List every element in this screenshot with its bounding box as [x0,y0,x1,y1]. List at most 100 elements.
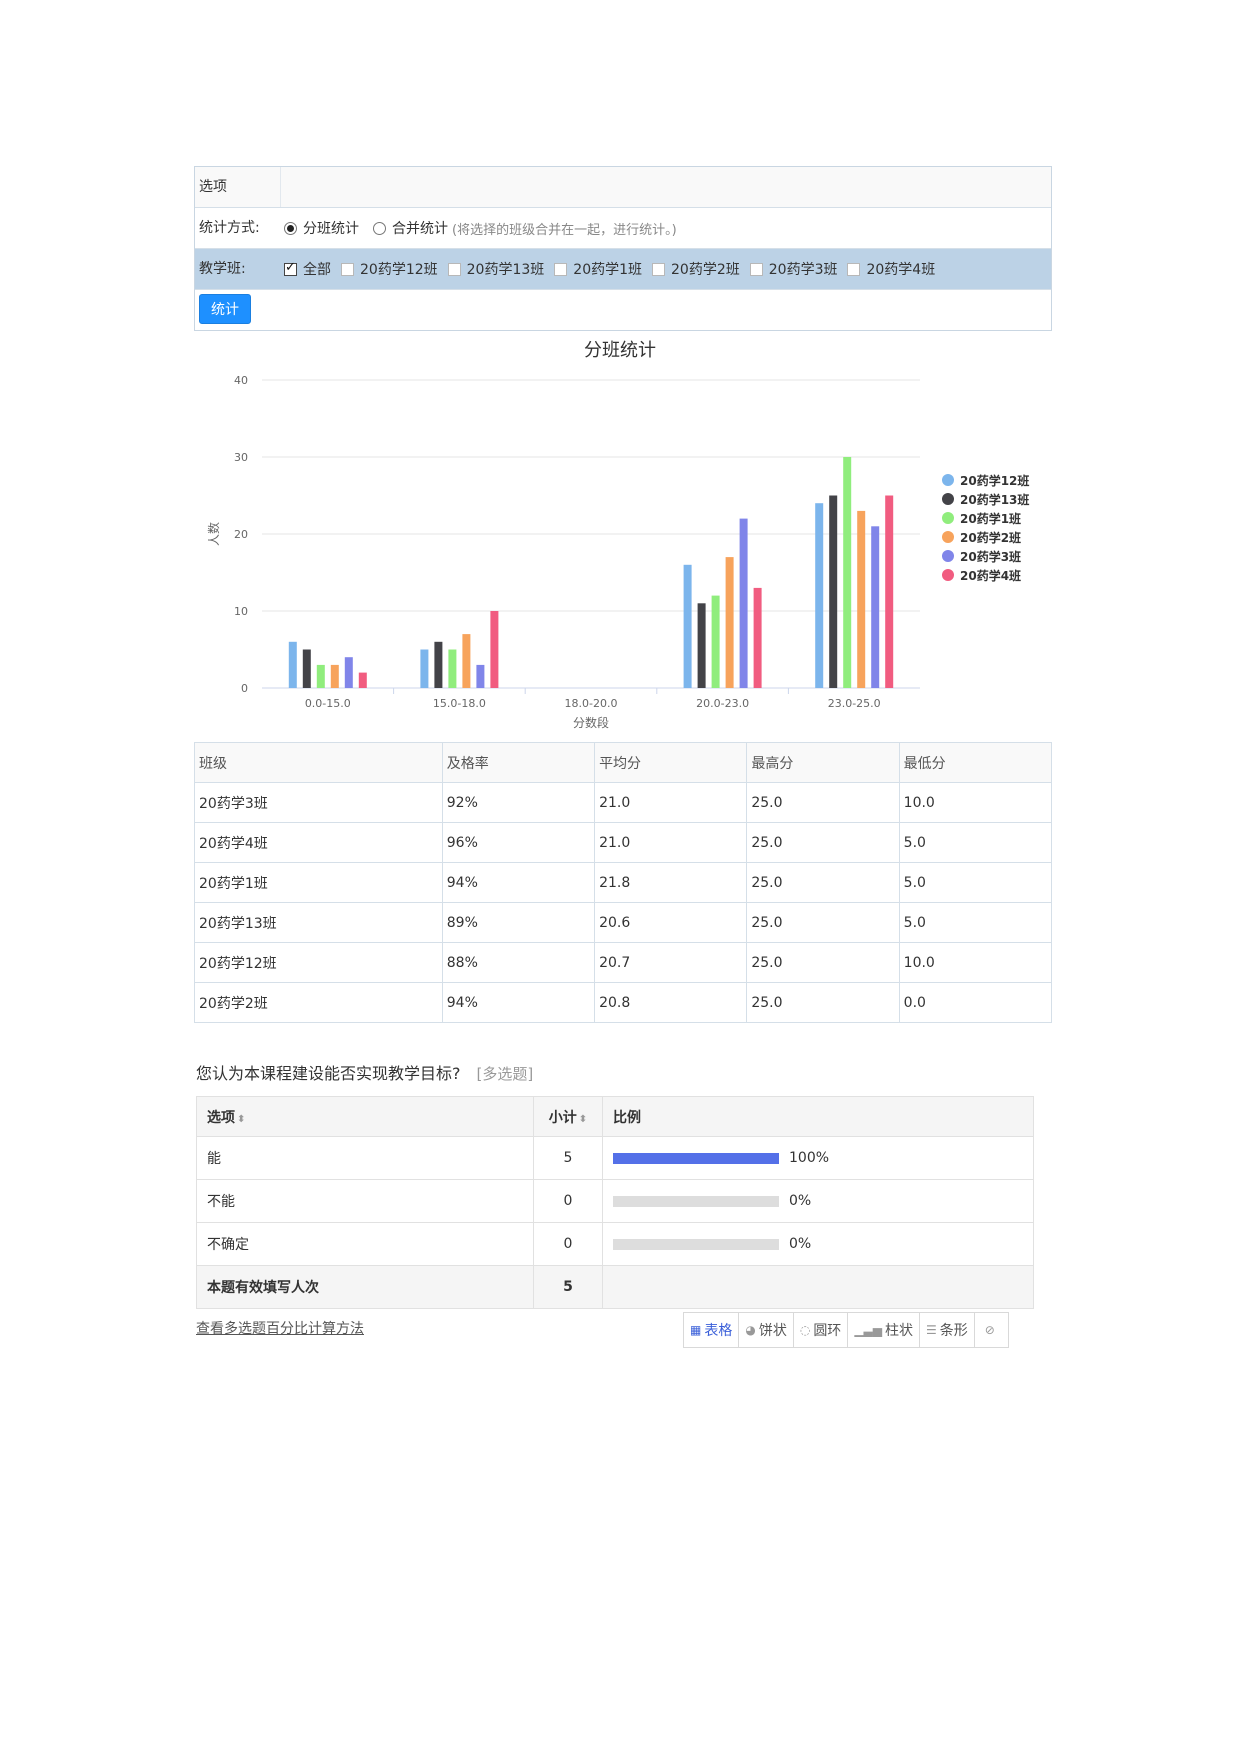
hide-icon[interactable]: ⊘ [985,1323,995,1337]
table-cell: 25.0 [746,782,900,823]
table-icon[interactable]: ▦ [690,1323,701,1337]
table-cell: 20药学3班 [194,782,443,823]
table-cell: 96% [441,822,596,863]
bar-20药学12班-20.0-23.0 [683,564,692,688]
table-cell: 94% [441,862,596,903]
header-option[interactable]: 选项 ⬍ [196,1096,534,1137]
checkbox-icon[interactable] [652,262,666,276]
table-cell: 20药学12班 [194,942,443,983]
survey-table-body: 能 5 100% 不能 0 0% 不确定 0 0% 本题有效填写人次 5 [196,1136,1034,1309]
radio-unselected-icon[interactable] [373,221,386,235]
table-cell: 25.0 [746,942,900,983]
view-label: 表格 [704,1323,733,1339]
header-divider [280,167,281,207]
class-checkbox-3[interactable]: 20药学1班 [554,259,642,279]
class-checkbox-5[interactable]: 20药学3班 [749,259,837,279]
table-row: 20药学12班 88% 20.7 25.0 10.0 [194,942,1053,983]
legend-item: 20药学12班 [960,473,1029,488]
score-header-cell: 平均分 [594,742,748,783]
view-hide-button[interactable]: ⊘ [973,1313,1008,1347]
survey-count: 0 [533,1222,603,1266]
x-tick-label: 15.0-18.0 [433,697,486,710]
bar-20药学12班-23.0-25.0 [815,503,824,688]
table-cell: 89% [441,902,596,943]
total-label: 本题有效填写人次 [196,1265,534,1309]
checkbox-icon[interactable] [341,262,354,276]
bar-20药学2班-15.0-18.0 [462,634,471,688]
table-row: 20药学4班 96% 21.0 25.0 5.0 [194,822,1053,863]
table-row: 20药学1班 94% 21.8 25.0 5.0 [194,862,1053,903]
table-cell: 88% [441,942,596,983]
checkbox-icon[interactable] [447,262,461,276]
table-cell: 5.0 [898,862,1053,903]
legend-marker [942,569,954,581]
survey-total-row: 本题有效填写人次 5 [196,1265,1034,1309]
table-row: 20药学13班 89% 20.6 25.0 5.0 [194,902,1053,943]
legend-marker [942,512,954,524]
ratio-percent: 0% [789,1236,812,1252]
score-table-header: 班级 及格率 平均分 最高分 最低分 [194,742,1053,783]
ratio-bar [613,1238,779,1250]
view-table-button[interactable]: ▦ 表格 [684,1313,739,1347]
bar-20药学1班-15.0-18.0 [448,649,457,688]
checkbox-icon[interactable] [749,262,763,276]
question-type-tag: [多选题] [476,1065,534,1083]
checkbox-icon[interactable] [847,262,861,276]
pie-icon[interactable]: ◕ [745,1323,755,1337]
survey-ratio: 0% [602,1222,1034,1266]
radio-selected-icon[interactable] [284,221,297,235]
table-cell: 25.0 [746,822,900,863]
score-table-body: 20药学3班 92% 21.0 25.0 10.0 20药学4班 96% 21.0 25.0 5.… [194,782,1053,1023]
table-cell: 5.0 [898,822,1053,863]
survey-row: 不确定 0 0% [196,1222,1034,1266]
options-header-label: 选项 [199,179,227,195]
column-chart-icon[interactable]: ▁▃▅ [854,1323,882,1337]
survey-count: 0 [533,1179,603,1223]
x-tick-label: 20.0-23.0 [696,697,749,710]
x-tick-label: 0.0-15.0 [305,697,351,710]
ratio-bar [613,1195,779,1207]
sort-icon[interactable]: ⬍ [237,1114,245,1125]
bar-20药学4班-23.0-25.0 [885,495,894,688]
class-checkbox-4[interactable]: 20药学2班 [652,259,740,279]
submit-row: 统计 [195,289,1051,330]
table-cell: 5.0 [898,902,1053,943]
view-pie-button[interactable]: ◕ 饼状 [738,1313,793,1347]
checkbox-icon[interactable] [554,262,568,276]
ring-icon[interactable]: ◌ [800,1323,810,1337]
stat-button[interactable]: 统计 [199,294,251,324]
class-checkbox-0[interactable]: 全部 [284,259,331,279]
y-axis-label: 人数 [206,522,221,546]
ratio-percent: 100% [789,1150,830,1166]
y-tick-label: 10 [234,605,248,618]
table-cell: 20.8 [594,982,748,1023]
table-cell: 10.0 [898,782,1053,823]
question-text: 您认为本课程建设能否实现教学目标? [196,1064,461,1083]
table-cell: 92% [441,782,596,823]
ratio-bar-fill [613,1152,779,1164]
survey-option: 能 [196,1136,534,1180]
view-ring-button[interactable]: ◌ 圆环 [792,1313,848,1347]
bar-chart-icon[interactable]: ☰ [926,1323,937,1337]
view-label: 柱状 [885,1323,913,1339]
table-row: 20药学2班 94% 20.8 25.0 0.0 [194,982,1053,1023]
radio-merge-stat[interactable]: 合并统计 [373,218,448,238]
legend-marker [942,493,954,505]
legend-marker [942,550,954,562]
radio-separate-stat[interactable]: 分班统计 [284,218,359,238]
class-checkbox-6[interactable]: 20药学4班 [847,259,935,279]
legend-item: 20药学4班 [960,568,1021,583]
total-empty [602,1265,1034,1309]
checkbox-checked-icon[interactable] [284,260,297,276]
score-header-cell: 最高分 [746,742,900,783]
survey-row: 能 5 100% [196,1136,1034,1180]
survey-option: 不确定 [196,1222,534,1266]
view-column-button[interactable]: ▁▃▅ 柱状 [847,1313,919,1347]
sort-icon[interactable]: ⬍ [579,1114,587,1125]
class-checkbox-2[interactable]: 20药学13班 [447,259,544,279]
percent-method-link[interactable]: 查看多选题百分比计算方法 [196,1318,364,1338]
header-count[interactable]: 小计 ⬍ [533,1096,603,1137]
view-bar-button[interactable]: ☰ 条形 [919,1313,974,1347]
class-checkbox-1[interactable]: 20药学12班 [341,259,438,279]
survey-table-header: 选项 ⬍ 小计 ⬍ 比例 [196,1096,1034,1137]
